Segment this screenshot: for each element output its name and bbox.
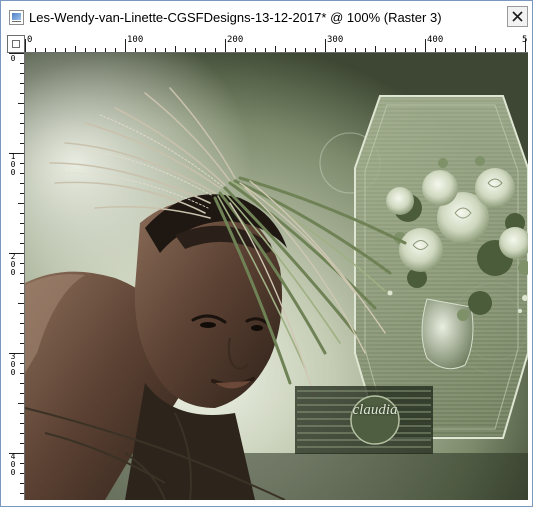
- ruler-label-v100: 100: [10, 152, 16, 177]
- ruler-label-100: 100: [127, 35, 144, 45]
- ruler-origin-icon[interactable]: [7, 35, 25, 53]
- ruler-label-v300: 300: [10, 352, 16, 377]
- horizontal-ruler-ticks: [25, 39, 526, 52]
- ruler-label-200: 200: [227, 35, 244, 45]
- image-document-window: Les-Wendy-van-Linette-CGSFDesigns-13-12-…: [0, 0, 533, 507]
- horizontal-ruler[interactable]: 0 100 200 300 400 5: [25, 35, 528, 53]
- image-canvas[interactable]: claudia: [25, 53, 528, 500]
- ruler-label-v0: 0: [10, 54, 16, 63]
- close-button[interactable]: [507, 6, 528, 27]
- artwork: [25, 53, 528, 500]
- ruler-label-300: 300: [327, 35, 344, 45]
- image-document-icon: [9, 10, 24, 25]
- ruler-label-400: 400: [427, 35, 444, 45]
- ruler-label-v200: 200: [10, 252, 16, 277]
- title-bar[interactable]: Les-Wendy-van-Linette-CGSFDesigns-13-12-…: [1, 1, 532, 35]
- ruler-label-v400: 400: [10, 452, 16, 477]
- window-title: Les-Wendy-van-Linette-CGSFDesigns-13-12-…: [29, 10, 442, 25]
- watermark-badge: [295, 386, 433, 454]
- ruler-label-0: 0: [27, 35, 33, 45]
- watermark-text: claudia: [352, 402, 398, 418]
- ruler-label-500: 5: [522, 35, 528, 45]
- close-icon: [512, 11, 523, 22]
- vertical-ruler[interactable]: 0 100 200 300 400: [7, 53, 25, 500]
